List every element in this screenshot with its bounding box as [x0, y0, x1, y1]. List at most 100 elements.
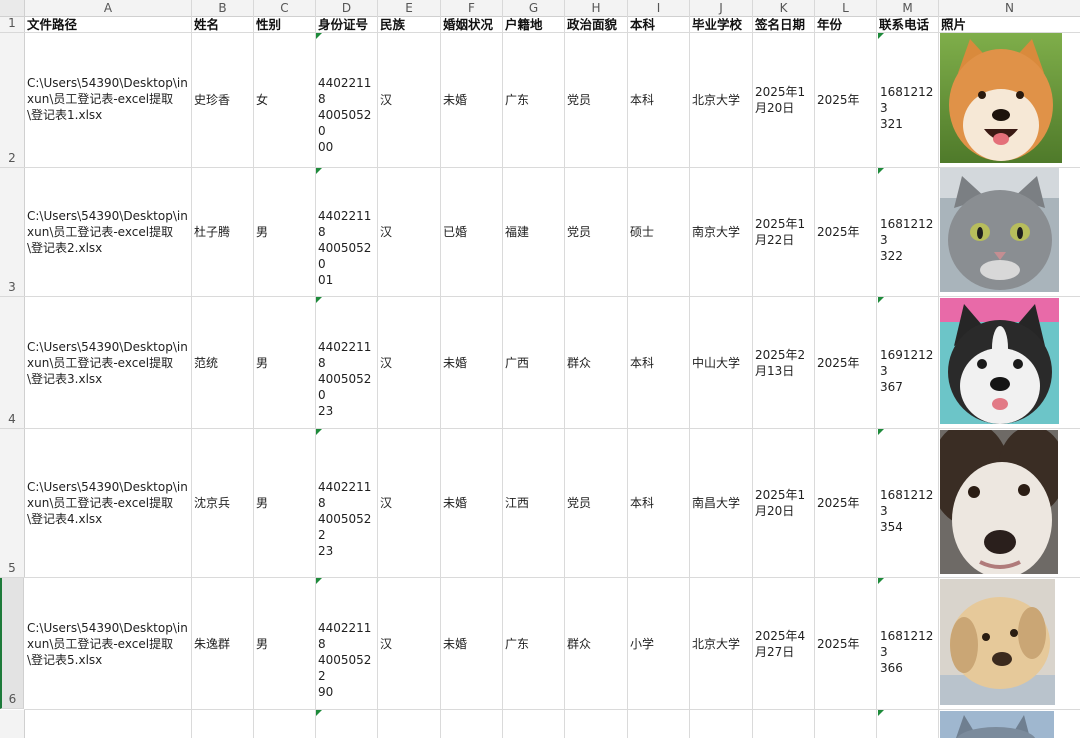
select-all-corner[interactable] — [0, 0, 25, 16]
cell-gender[interactable]: 男 — [256, 636, 268, 652]
row-header-2[interactable]: 2 — [0, 33, 25, 168]
husky-dog-photo[interactable] — [940, 298, 1059, 424]
cell-hometown[interactable]: 广西 — [505, 355, 529, 371]
cell-year[interactable]: 2025年 — [817, 224, 860, 240]
header-phone[interactable]: 联系电话 — [879, 17, 929, 33]
cell-degree[interactable]: 本科 — [630, 495, 654, 511]
cell-id-number[interactable]: 44022118 40050520 01 — [318, 208, 376, 288]
cell-gender[interactable]: 男 — [256, 495, 268, 511]
cell-degree[interactable]: 硕士 — [630, 224, 654, 240]
cell-file-path[interactable]: C:\Users\54390\Desktop\inxun\员工登记表-excel… — [27, 620, 189, 668]
column-header-g[interactable]: G — [503, 0, 565, 16]
row-header-6[interactable]: 6 — [0, 578, 24, 709]
cell-ethnicity[interactable]: 汉 — [380, 636, 392, 652]
column-header-j[interactable]: J — [690, 0, 753, 16]
column-header-e[interactable]: E — [378, 0, 441, 16]
header-sign-date[interactable]: 签名日期 — [755, 17, 805, 33]
cell-sign-date[interactable]: 2025年4 月27日 — [755, 628, 813, 660]
gray-cat-photo[interactable] — [940, 168, 1059, 292]
cell-ethnicity[interactable]: 汉 — [380, 224, 392, 240]
cell-marital-status[interactable]: 未婚 — [443, 355, 467, 371]
cell-degree[interactable]: 小学 — [630, 636, 654, 652]
column-header-f[interactable]: F — [441, 0, 503, 16]
cell-id-number[interactable]: 44022118 40050522 90 — [318, 620, 376, 700]
cell-file-path[interactable]: C:\Users\54390\Desktop\inxun\员工登记表-excel… — [27, 208, 189, 256]
header-file-path[interactable]: 文件路径 — [27, 17, 77, 33]
header-ethnicity[interactable]: 民族 — [380, 17, 405, 33]
column-header-d[interactable]: D — [316, 0, 378, 16]
cell-marital-status[interactable]: 未婚 — [443, 495, 467, 511]
partial-cat-photo[interactable] — [940, 711, 1054, 738]
cell-political-status[interactable]: 群众 — [567, 636, 591, 652]
header-year[interactable]: 年份 — [817, 17, 842, 33]
header-name[interactable]: 姓名 — [194, 17, 219, 33]
cell-phone[interactable]: 16812123 354 — [880, 487, 938, 535]
row-header-7[interactable] — [0, 710, 25, 738]
header-id-number[interactable]: 身份证号 — [318, 17, 368, 33]
column-header-c[interactable]: C — [254, 0, 316, 16]
cell-phone[interactable]: 16812123 321 — [880, 84, 938, 132]
cell-sign-date[interactable]: 2025年2 月13日 — [755, 347, 813, 379]
cell-year[interactable]: 2025年 — [817, 92, 860, 108]
header-degree[interactable]: 本科 — [630, 17, 655, 33]
row-header-5[interactable]: 5 — [0, 429, 25, 578]
cell-name[interactable]: 史珍香 — [194, 92, 230, 108]
cell-political-status[interactable]: 党员 — [567, 495, 591, 511]
cell-id-number[interactable]: 44022118 40050520 00 — [318, 75, 376, 155]
column-header-h[interactable]: H — [565, 0, 628, 16]
cell-ethnicity[interactable]: 汉 — [380, 495, 392, 511]
cell-year[interactable]: 2025年 — [817, 495, 860, 511]
cell-hometown[interactable]: 江西 — [505, 495, 529, 511]
cell-phone[interactable]: 16812123 366 — [880, 628, 938, 676]
cell-degree[interactable]: 本科 — [630, 92, 654, 108]
cell-ethnicity[interactable]: 汉 — [380, 355, 392, 371]
spreadsheet[interactable]: A B C D E F G H I J K L M N 1 2 3 4 5 6 … — [0, 0, 1080, 738]
cell-hometown[interactable]: 福建 — [505, 224, 529, 240]
cell-school[interactable]: 南昌大学 — [692, 495, 740, 511]
header-marital-status[interactable]: 婚姻状况 — [443, 17, 493, 33]
shiba-dog-photo[interactable] — [940, 33, 1062, 163]
column-header-n[interactable]: N — [939, 0, 1080, 16]
cell-gender[interactable]: 男 — [256, 355, 268, 371]
cell-name[interactable]: 沈京兵 — [194, 495, 230, 511]
cell-phone[interactable]: 16912123 367 — [880, 347, 938, 395]
cell-school[interactable]: 北京大学 — [692, 636, 740, 652]
column-header-a[interactable]: A — [25, 0, 192, 16]
border-collie-photo[interactable] — [940, 430, 1058, 574]
column-header-l[interactable]: L — [815, 0, 877, 16]
cell-name[interactable]: 杜子腾 — [194, 224, 230, 240]
cell-id-number[interactable]: 44022118 40050522 23 — [318, 479, 376, 559]
cell-hometown[interactable]: 广东 — [505, 636, 529, 652]
column-header-i[interactable]: I — [628, 0, 690, 16]
cell-sign-date[interactable]: 2025年1 月20日 — [755, 84, 813, 116]
cell-name[interactable]: 范统 — [194, 355, 218, 371]
row-header-4[interactable]: 4 — [0, 297, 25, 429]
header-school[interactable]: 毕业学校 — [692, 17, 742, 33]
cell-year[interactable]: 2025年 — [817, 636, 860, 652]
cell-hometown[interactable]: 广东 — [505, 92, 529, 108]
cell-political-status[interactable]: 党员 — [567, 224, 591, 240]
header-photo[interactable]: 照片 — [941, 17, 966, 33]
cell-political-status[interactable]: 群众 — [567, 355, 591, 371]
header-political-status[interactable]: 政治面貌 — [567, 17, 617, 33]
labrador-dog-photo[interactable] — [940, 579, 1055, 705]
cell-id-number[interactable]: 44022118 40050520 23 — [318, 339, 376, 419]
column-header-m[interactable]: M — [877, 0, 939, 16]
header-hometown[interactable]: 户籍地 — [505, 17, 543, 33]
cell-sign-date[interactable]: 2025年1 月20日 — [755, 487, 813, 519]
cell-marital-status[interactable]: 未婚 — [443, 636, 467, 652]
row-header-3[interactable]: 3 — [0, 168, 25, 297]
cell-gender[interactable]: 女 — [256, 92, 268, 108]
cell-name[interactable]: 朱逸群 — [194, 636, 230, 652]
cell-marital-status[interactable]: 已婚 — [443, 224, 467, 240]
cell-school[interactable]: 北京大学 — [692, 92, 740, 108]
cell-ethnicity[interactable]: 汉 — [380, 92, 392, 108]
cell-file-path[interactable]: C:\Users\54390\Desktop\inxun\员工登记表-excel… — [27, 75, 189, 123]
cell-degree[interactable]: 本科 — [630, 355, 654, 371]
cell-year[interactable]: 2025年 — [817, 355, 860, 371]
cell-school[interactable]: 中山大学 — [692, 355, 740, 371]
column-header-k[interactable]: K — [753, 0, 815, 16]
cell-gender[interactable]: 男 — [256, 224, 268, 240]
cell-file-path[interactable]: C:\Users\54390\Desktop\inxun\员工登记表-excel… — [27, 479, 189, 527]
cell-phone[interactable]: 16812123 322 — [880, 216, 938, 264]
